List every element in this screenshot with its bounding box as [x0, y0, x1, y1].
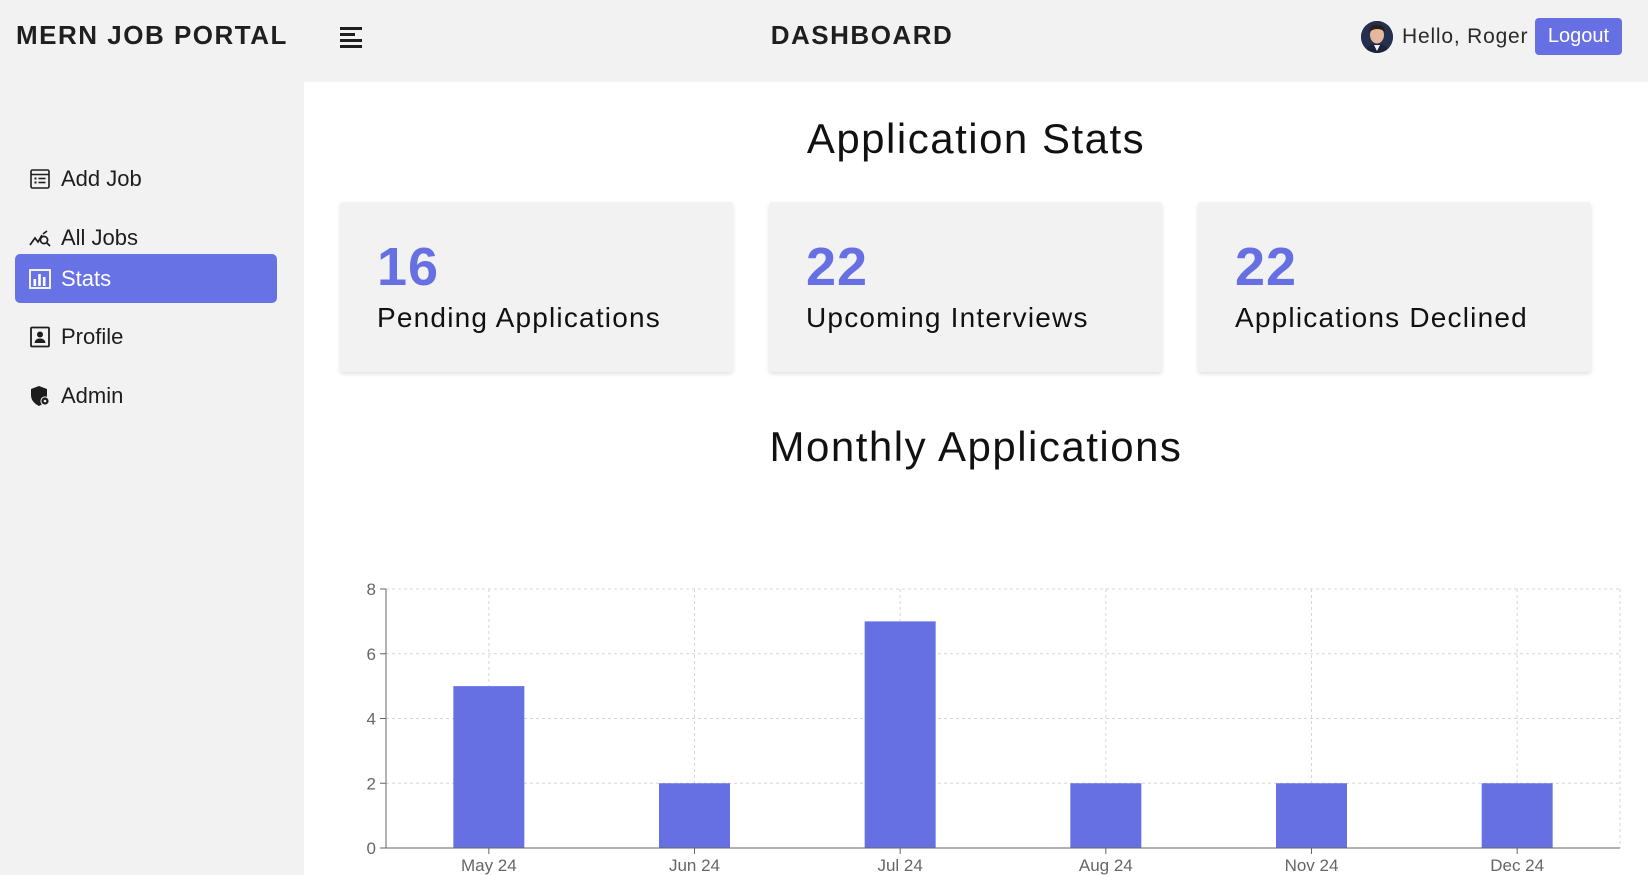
bar-aug-24	[1070, 783, 1142, 848]
sidebar-item-label: Profile	[61, 323, 124, 349]
app: MERN JOB PORTAL DASHBOARD Hello, Roger L…	[0, 0, 1648, 875]
stat-card-interviews: 22 Upcoming Interviews	[769, 202, 1162, 372]
stat-label: Upcoming Interviews	[806, 302, 1089, 333]
bar-nov-24	[1276, 783, 1347, 848]
stats-title: Application Stats	[806, 115, 1146, 162]
sidebar-item-label: Admin	[61, 382, 124, 408]
stat-value: 22	[1235, 237, 1298, 297]
x-tick-label: Jul 24	[877, 856, 922, 875]
bar-jun-24	[659, 783, 730, 848]
chart-title: Monthly Applications	[769, 423, 1183, 470]
y-tick-label: 2	[367, 774, 376, 793]
sidebar-item-label: Add Job	[61, 165, 142, 191]
monthly-applications-chart: 0 2 4 6 8 May 24 Jun 24 Jul 24 Aug 24 Nov 24 Dec 2…	[304, 482, 1648, 875]
sidebar-item-stats[interactable]: Stats	[15, 254, 277, 303]
y-tick-label: 6	[367, 645, 376, 664]
stat-value: 22	[806, 237, 869, 297]
sidebar-item-profile[interactable]: Profile	[15, 312, 277, 361]
stat-label: Applications Declined	[1235, 302, 1528, 333]
stat-value: 16	[377, 237, 440, 297]
x-tick-label: Aug 24	[1079, 856, 1133, 875]
bar-chart-icon	[28, 267, 52, 291]
stat-label: Pending Applications	[377, 302, 661, 333]
all-jobs-icon	[28, 226, 52, 250]
x-tick-label: Nov 24	[1285, 856, 1339, 875]
sidebar-item-label: All Jobs	[61, 224, 139, 250]
stat-card-declined: 22 Applications Declined	[1198, 202, 1591, 372]
logout-button[interactable]: Logout	[1535, 18, 1622, 55]
add-job-icon	[28, 167, 52, 191]
bar-dec-24	[1481, 783, 1553, 848]
user-greeting: Hello, Roger	[1402, 25, 1529, 48]
bar-jul-24	[864, 621, 936, 848]
x-tick-label: Dec 24	[1490, 856, 1544, 875]
bar-may-24	[453, 686, 525, 848]
y-tick-label: 8	[367, 580, 376, 599]
stat-card-pending: 16 Pending Applications	[340, 202, 733, 372]
sidebar-item-add-job[interactable]: Add Job	[15, 154, 277, 203]
profile-icon	[28, 325, 52, 349]
page-title: DASHBOARD	[770, 20, 954, 50]
sidebar-item-admin[interactable]: Admin	[15, 371, 277, 420]
top-navbar: MERN JOB PORTAL DASHBOARD Hello, Roger L…	[0, 0, 1648, 82]
x-tick-label: Jun 24	[669, 856, 720, 875]
y-tick-label: 4	[367, 710, 376, 729]
sidebar-item-label: Stats	[61, 265, 112, 291]
user-avatar[interactable]	[1361, 21, 1393, 53]
y-tick-label: 0	[367, 839, 376, 858]
admin-shield-icon	[28, 384, 52, 408]
bar-chart: 0 2 4 6 8 May 24 Jun 24 Jul 24 Aug 24 Nov 24 Dec 2…	[367, 580, 1621, 875]
sidebar: Add Job All Jobs Stats Profile Admin	[0, 82, 304, 875]
x-tick-label: May 24	[461, 856, 517, 875]
main-content: Application Stats 16 Pending Application…	[304, 82, 1648, 875]
